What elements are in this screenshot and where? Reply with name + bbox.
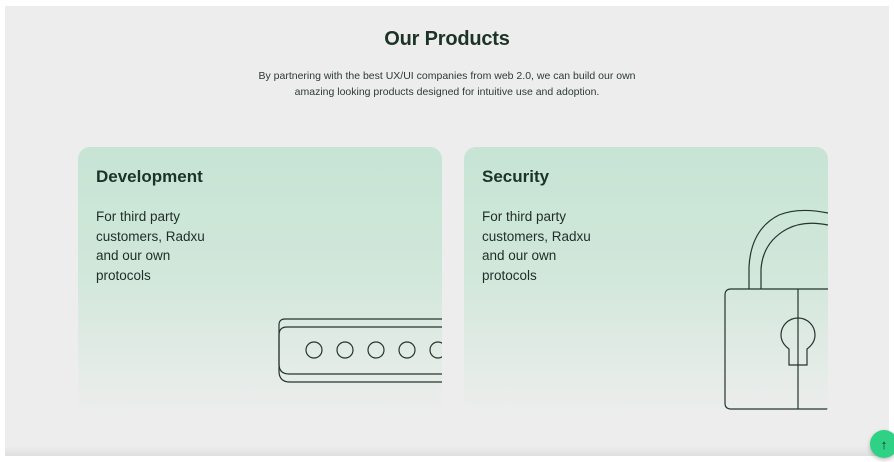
card-title: Security [482,167,550,186]
product-card-development[interactable]: Development For third party customers, R… [78,147,442,417]
section-subtitle: By partnering with the best UX/UI compan… [5,68,889,100]
subtitle-line-1: By partnering with the best UX/UI compan… [258,70,636,82]
products-section: Our Products By partnering with the best… [5,6,889,456]
section-title: Our Products [384,28,510,50]
password-field-icon [273,317,442,397]
product-card-security[interactable]: Security For third party customers, Radx… [464,147,828,417]
card-description: For third party customers, Radxu and our… [482,209,591,283]
arrow-up-icon: ↑ [880,436,888,452]
scroll-to-top-button[interactable]: ↑ [870,430,894,458]
card-title: Development [96,167,203,186]
subtitle-line-2: amazing looking products designed for in… [294,86,600,98]
card-description: For third party customers, Radxu and our… [96,209,205,283]
padlock-icon [719,207,828,417]
bottom-shadow [5,446,889,456]
